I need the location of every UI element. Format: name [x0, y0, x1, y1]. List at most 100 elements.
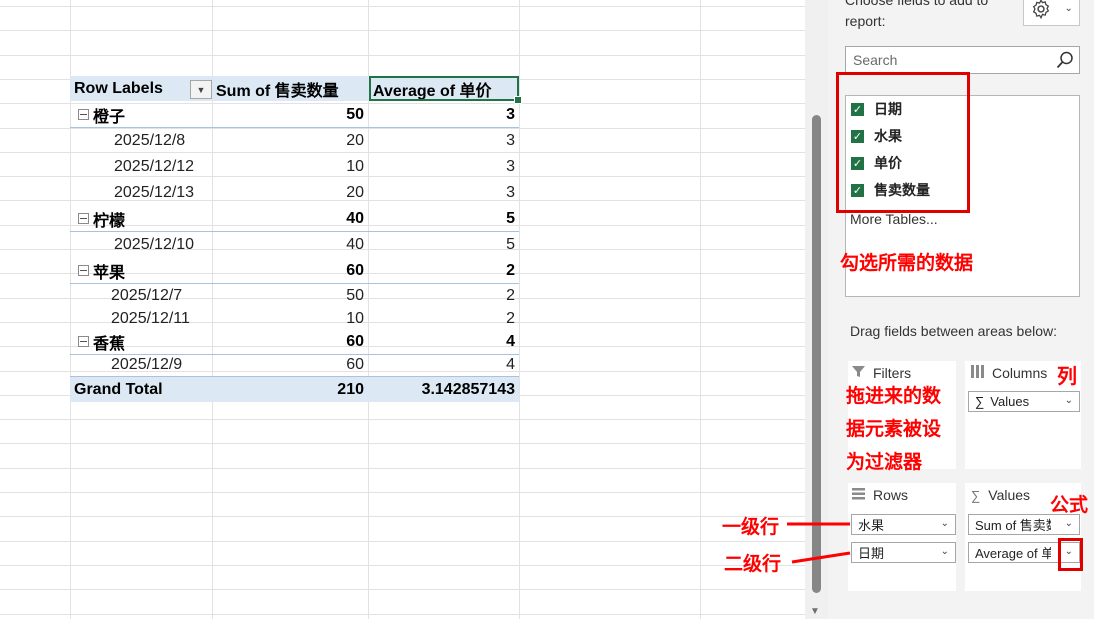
- group-average-cell-text: 4: [506, 332, 515, 350]
- rows-area[interactable]: Rows 水果 ⌄ 日期 ⌄: [848, 483, 956, 591]
- grand-total-sum-cell-text: 210: [337, 380, 364, 398]
- item-sum-cell-text: 20: [346, 131, 364, 149]
- rows-field-fruit-label: 水果: [858, 518, 885, 533]
- pivot-item-row: 2025/12/7 50 2: [70, 283, 519, 308]
- rows-title-text: Rows: [873, 487, 909, 503]
- item-sum-cell[interactable]: 50: [213, 283, 368, 308]
- grid-row-line: [0, 516, 805, 517]
- group-label-cell[interactable]: 苹果: [70, 258, 212, 283]
- group-sum-cell-text: 60: [346, 261, 364, 279]
- grid-row-line: [0, 55, 805, 56]
- item-sum-cell[interactable]: 60: [213, 352, 368, 377]
- date-label-cell[interactable]: 2025/12/7: [70, 283, 212, 308]
- group-average-cell-text: 2: [506, 261, 515, 279]
- item-sum-cell[interactable]: 20: [213, 180, 368, 205]
- collapse-minus-icon[interactable]: [78, 336, 89, 347]
- item-sum-cell-text: 10: [346, 309, 364, 327]
- annotation-columns: 列: [1057, 364, 1077, 388]
- group-average-cell[interactable]: 3: [369, 102, 519, 127]
- item-average-cell[interactable]: 2: [369, 283, 519, 308]
- rows-field-fruit[interactable]: 水果 ⌄: [851, 514, 956, 535]
- annotation-filter-note: 拖进来的数 据元素被设 为过滤器: [846, 380, 941, 479]
- pivot-item-row: 2025/12/12 10 3: [70, 154, 519, 179]
- date-label-cell[interactable]: 2025/12/11: [70, 306, 212, 331]
- filters-title-text: Filters: [873, 365, 912, 381]
- grand-total-sum-cell[interactable]: 210: [213, 377, 368, 402]
- item-average-cell[interactable]: 2: [369, 306, 519, 331]
- grand-total-label-cell[interactable]: Grand Total: [70, 377, 212, 402]
- item-sum-cell[interactable]: 10: [213, 306, 368, 331]
- values-field-sum[interactable]: Sum of 售卖数量 ⌄: [968, 514, 1080, 535]
- date-label-cell[interactable]: 2025/12/10: [70, 232, 212, 257]
- group-sum-cell[interactable]: 40: [213, 206, 368, 231]
- collapse-minus-icon[interactable]: [78, 213, 89, 224]
- item-average-cell[interactable]: 4: [369, 352, 519, 377]
- item-sum-cell-text: 40: [346, 235, 364, 253]
- annotation-level2: 二级行: [724, 553, 782, 575]
- average-column-header[interactable]: Average of 单价: [369, 76, 522, 104]
- date-label-cell[interactable]: 2025/12/13: [70, 180, 212, 205]
- grand-total-average-cell[interactable]: 3.142857143: [369, 377, 519, 402]
- rows-field-date[interactable]: 日期 ⌄: [851, 542, 956, 563]
- group-average-cell[interactable]: 2: [369, 258, 519, 283]
- group-sum-cell-text: 60: [346, 332, 364, 350]
- columns-values-field[interactable]: ∑ Values ⌄: [968, 391, 1080, 412]
- item-sum-cell-text: 50: [346, 286, 364, 304]
- chevron-down-icon[interactable]: ⌄: [1065, 518, 1073, 529]
- group-average-cell-text: 3: [506, 105, 515, 123]
- group-label-cell[interactable]: 橙子: [70, 102, 212, 127]
- average-column-header-text: Average of 单价: [373, 82, 492, 100]
- grid-row-line: [0, 419, 805, 420]
- more-tables-link[interactable]: More Tables...: [850, 211, 938, 227]
- grand-total-row: Grand Total 210 3.142857143: [70, 376, 519, 402]
- chevron-down-icon[interactable]: ⌄: [1065, 395, 1073, 406]
- pivot-item-row: 2025/12/11 10 2: [70, 306, 519, 331]
- item-sum-cell-text: 20: [346, 183, 364, 201]
- item-sum-cell-text: 10: [346, 157, 364, 175]
- group-sum-cell[interactable]: 60: [213, 329, 368, 354]
- search-icon[interactable]: [1055, 50, 1075, 70]
- group-sum-cell[interactable]: 60: [213, 258, 368, 283]
- group-sum-cell[interactable]: 50: [213, 102, 368, 127]
- collapse-minus-icon[interactable]: [78, 109, 89, 120]
- grid-row-line: [0, 6, 805, 7]
- filters-area-title: Filters: [852, 365, 911, 381]
- item-sum-cell[interactable]: 10: [213, 154, 368, 179]
- row-labels-header[interactable]: Row Labels ▼: [70, 76, 212, 101]
- group-average-cell[interactable]: 5: [369, 206, 519, 231]
- panel-settings-button[interactable]: ⌄: [1023, 0, 1080, 26]
- date-label-cell-text: 2025/12/8: [114, 131, 186, 149]
- sum-column-header-text: Sum of 售卖数量: [216, 82, 339, 100]
- item-sum-cell[interactable]: 40: [213, 232, 368, 257]
- chevron-down-icon[interactable]: ⌄: [941, 518, 949, 529]
- group-label-cell[interactable]: 香蕉: [70, 329, 212, 354]
- chevron-down-icon: ⌄: [1064, 3, 1073, 14]
- group-average-cell[interactable]: 4: [369, 329, 519, 354]
- scrollbar-thumb[interactable]: [812, 115, 821, 593]
- item-average-cell[interactable]: 3: [369, 180, 519, 205]
- row-labels-filter-button[interactable]: ▼: [190, 80, 212, 99]
- group-label-cell[interactable]: 柠檬: [70, 206, 212, 231]
- item-average-cell[interactable]: 3: [369, 154, 519, 179]
- worksheet-grid[interactable]: Row Labels ▼ Sum of 售卖数量 Average of 单价 橙…: [0, 0, 805, 619]
- grid-row-line: [0, 468, 805, 469]
- pivot-item-row: 2025/12/13 20 3: [70, 180, 519, 205]
- annotation-filter-line: 为过滤器: [846, 451, 923, 473]
- item-average-cell[interactable]: 5: [369, 232, 519, 257]
- pivot-header-row: Row Labels ▼ Sum of 售卖数量 Average of 单价: [70, 76, 522, 104]
- sum-column-header[interactable]: Sum of 售卖数量: [213, 76, 368, 101]
- row-labels-header-text: Row Labels: [74, 79, 163, 97]
- chevron-down-icon[interactable]: ⌄: [941, 546, 949, 557]
- date-label-cell[interactable]: 2025/12/8: [70, 128, 212, 153]
- date-label-cell[interactable]: 2025/12/12: [70, 154, 212, 179]
- rows-area-title: Rows: [852, 487, 908, 503]
- field-search-input[interactable]: [851, 50, 1050, 70]
- item-sum-cell[interactable]: 20: [213, 128, 368, 153]
- date-label-cell[interactable]: 2025/12/9: [70, 352, 212, 377]
- collapse-minus-icon[interactable]: [78, 265, 89, 276]
- item-average-cell[interactable]: 3: [369, 128, 519, 153]
- field-search-box[interactable]: [845, 46, 1080, 74]
- columns-values-label: Values: [990, 394, 1030, 409]
- scroll-down-arrow-icon[interactable]: ▼: [810, 606, 820, 617]
- grid-row-line: [0, 30, 805, 31]
